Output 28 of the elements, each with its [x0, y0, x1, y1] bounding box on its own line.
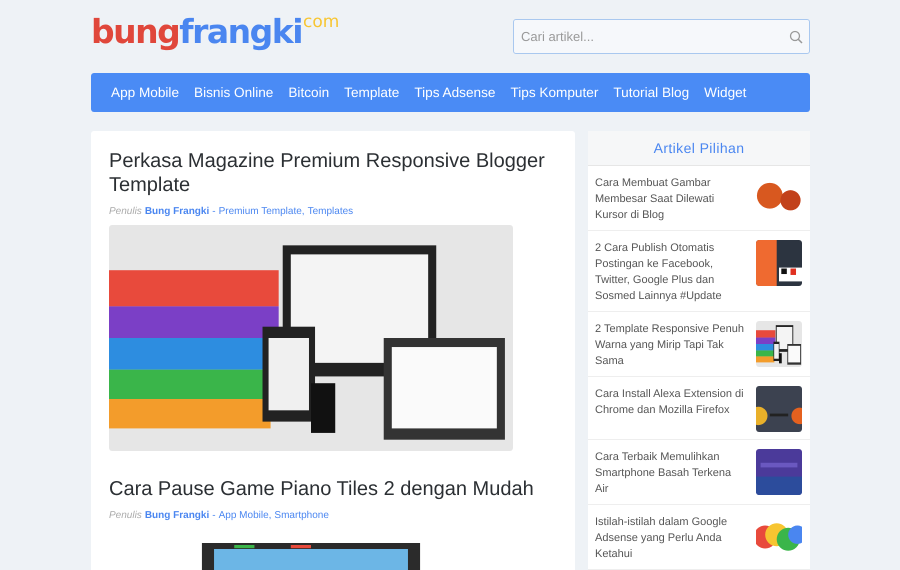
article-link[interactable]: Cara Terbaik Memulihkan Smartphone Basah Terkena Air	[595, 449, 745, 497]
nav-link[interactable]: Widget	[704, 85, 746, 100]
separator: -	[212, 206, 216, 217]
nav-link[interactable]: Tutorial Blog	[613, 85, 690, 100]
article-link[interactable]: Cara Membuat Gambar Membesar Saat Dilewati Kursor di Blog	[595, 175, 745, 223]
nav-link[interactable]: App Mobile	[111, 85, 180, 100]
nav-link[interactable]: Tips Komputer	[510, 85, 598, 100]
category-link[interactable]: App Mobile,	[218, 510, 272, 521]
author-link[interactable]: Bung Frangki	[144, 206, 210, 217]
category-link[interactable]: Premium Template,	[218, 206, 305, 217]
author-label: Penulis	[109, 206, 142, 217]
nav-link[interactable]: Template	[344, 85, 400, 100]
author-label: Penulis	[109, 510, 142, 521]
category-link[interactable]: Templates	[308, 206, 354, 217]
author-link[interactable]: Bung Frangki	[144, 510, 210, 521]
post-title[interactable]: Cara Pause Game Piano Tiles 2 dengan Mudah	[109, 477, 557, 501]
article-link[interactable]: Istilah-istilah dalam Google Adsense yang Perlu Anda Ketahui	[595, 514, 745, 562]
nav-link[interactable]: Bitcoin	[288, 85, 330, 100]
article-link[interactable]: Cara Install Alexa Extension di Chrome dan Mozilla Firefox	[595, 386, 745, 418]
article-link[interactable]: 2 Cara Publish Otomatis Postingan ke Facebook, Twitter, Google Plus dan Sosmed Lainnya #Update	[595, 240, 745, 304]
separator: -	[212, 510, 216, 521]
search-field[interactable]: Cari artikel...	[513, 19, 810, 54]
category-link[interactable]: Smartphone	[274, 510, 329, 521]
sidebar-heading: Artikel Pilihan	[588, 131, 810, 166]
article-link[interactable]: 2 Template Responsive Penuh Warna yang Mirip Tapi Tak Sama	[595, 321, 745, 369]
nav-link[interactable]: Bisnis Online	[194, 85, 274, 100]
nav-link[interactable]: Tips Adsense	[414, 85, 496, 100]
post-title[interactable]: Perkasa Magazine Premium Responsive Blogger Template	[109, 149, 557, 197]
